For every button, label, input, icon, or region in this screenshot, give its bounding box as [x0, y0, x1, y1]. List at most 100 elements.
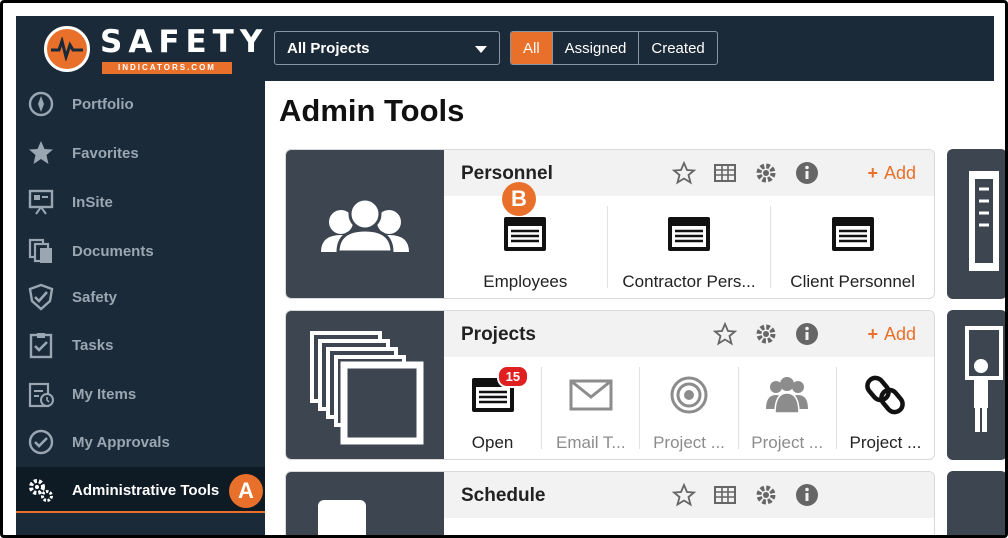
projects-items: 15 Open Email T... Project ... Project .…: [444, 357, 934, 459]
sidebar-item-label: Tasks: [72, 336, 114, 354]
sidebar-item-tasks[interactable]: Tasks: [16, 322, 265, 368]
info-icon[interactable]: [795, 322, 819, 346]
open-count-badge: 15: [496, 365, 530, 388]
sidebar-item-administrative-tools[interactable]: Administrative Tools A: [16, 467, 265, 513]
add-label: Add: [883, 163, 916, 183]
star-outline-icon[interactable]: [672, 161, 696, 185]
sidebar: Portfolio Favorites InSite Documents Saf…: [16, 81, 265, 535]
star-icon: [29, 141, 53, 164]
list-window-icon: [504, 217, 547, 251]
people-group-icon: [321, 197, 409, 254]
person-icon: [965, 326, 1003, 432]
sidebar-item-label: InSite: [72, 193, 113, 211]
target-icon: [670, 376, 708, 414]
table-icon[interactable]: [713, 483, 737, 507]
item-label: Client Personnel: [790, 272, 916, 291]
chain-link-icon: [865, 375, 906, 415]
sidebar-item-safety[interactable]: Safety: [16, 274, 265, 320]
gears-icon: [29, 479, 53, 502]
projects-add-button[interactable]: + Add: [867, 324, 916, 345]
screenshot-frame: SAFETY INDICATORS.COM All Projects All A…: [0, 0, 1008, 538]
personnel-items: Employees B Contractor Pers... Client Pe…: [444, 182, 934, 298]
sidebar-item-label: Administrative Tools: [72, 481, 220, 499]
clipboard-check-icon: [29, 333, 53, 359]
safety-indicators-logo[interactable]: SAFETY INDICATORS.COM: [40, 22, 262, 74]
projects-card-title: Projects: [461, 324, 536, 345]
shield-check-icon: [28, 283, 54, 311]
item-label: Contractor Pers...: [622, 272, 756, 291]
sidebar-item-label: Safety: [72, 288, 118, 306]
add-label: Add: [883, 324, 916, 344]
project-select[interactable]: All Projects: [274, 31, 500, 65]
document-icon: [969, 171, 999, 271]
project-filter-group: All Assigned Created: [510, 31, 718, 65]
sidebar-item-my-approvals[interactable]: My Approvals: [16, 419, 265, 465]
personnel-card-actions: [655, 161, 819, 185]
logo-pulse-icon: [44, 26, 90, 72]
logo-wordmark: SAFETY: [100, 24, 269, 60]
stacked-squares-icon: [310, 331, 424, 445]
personnel-add-button[interactable]: + Add: [867, 163, 916, 184]
sidebar-item-label: Documents: [72, 242, 154, 260]
projects-card-actions: [696, 322, 819, 346]
filter-all-button[interactable]: All: [511, 32, 552, 64]
projects-card-header: Projects + Add: [444, 311, 934, 357]
personnel-card-title: Personnel: [461, 163, 553, 184]
sidebar-item-label: Portfolio: [72, 95, 134, 113]
item-client-personnel[interactable]: Client Personnel: [770, 206, 934, 291]
clipboard-clock-icon: [28, 382, 54, 408]
item-project-team[interactable]: Project ...: [737, 367, 836, 452]
gear-icon[interactable]: [754, 483, 778, 507]
gear-icon[interactable]: [754, 161, 778, 185]
item-open-projects[interactable]: 15 Open: [444, 365, 541, 452]
item-email-templates[interactable]: Email T...: [541, 367, 639, 452]
personnel-card: Personnel + Add Employees B Contractor P…: [285, 149, 935, 299]
item-project-target[interactable]: Project ...: [639, 367, 737, 452]
presentation-icon: [28, 189, 54, 215]
people-group-icon: [766, 377, 809, 414]
star-outline-icon[interactable]: [672, 483, 696, 507]
sidebar-item-label: My Items: [72, 385, 137, 403]
callout-badge-b: B: [502, 182, 536, 216]
sidebar-item-portfolio[interactable]: Portfolio: [16, 81, 265, 127]
table-icon[interactable]: [713, 161, 737, 185]
info-icon[interactable]: [795, 483, 819, 507]
star-outline-icon[interactable]: [713, 322, 737, 346]
filter-created-button[interactable]: Created: [638, 32, 716, 64]
projects-card: Projects + Add 15 Open Email T... Projec…: [285, 310, 935, 460]
compass-icon: [28, 91, 54, 117]
sidebar-item-documents[interactable]: Documents: [16, 228, 265, 274]
envelope-icon: [569, 379, 613, 411]
logo-subtext: INDICATORS.COM: [102, 62, 232, 74]
main-content: Admin Tools Personnel + Add Employees B …: [265, 81, 1005, 535]
sidebar-item-label: My Approvals: [72, 433, 170, 451]
schedule-card-actions: [655, 483, 819, 507]
projects-tile[interactable]: [286, 311, 444, 459]
sidebar-item-my-items[interactable]: My Items: [16, 371, 265, 417]
schedule-card-title: Schedule: [461, 485, 546, 506]
check-circle-icon: [28, 429, 54, 455]
next-card-partial[interactable]: [947, 149, 1005, 299]
item-project-links[interactable]: Project ...: [835, 367, 934, 452]
gear-icon[interactable]: [754, 322, 778, 346]
page-title: Admin Tools: [279, 93, 465, 128]
chevron-down-icon: [475, 46, 487, 53]
project-select-value: All Projects: [287, 40, 370, 57]
filter-assigned-button[interactable]: Assigned: [551, 32, 639, 64]
next-card-partial[interactable]: [947, 310, 1005, 460]
next-card-partial[interactable]: [947, 471, 1005, 535]
item-label: Email T...: [556, 433, 626, 452]
item-label: Open: [471, 433, 514, 452]
info-icon[interactable]: [795, 161, 819, 185]
item-label: Project ...: [849, 433, 922, 452]
documents-icon: [28, 238, 52, 263]
schedule-tile[interactable]: [286, 472, 444, 535]
item-contractor-personnel[interactable]: Contractor Pers...: [606, 206, 771, 291]
item-employees[interactable]: Employees B: [444, 182, 607, 291]
sidebar-item-favorites[interactable]: Favorites: [16, 130, 265, 176]
calendar-icon: [318, 500, 366, 535]
schedule-card: Schedule: [285, 471, 935, 535]
personnel-tile[interactable]: [286, 150, 444, 298]
item-label: Project ...: [751, 433, 824, 452]
sidebar-item-insite[interactable]: InSite: [16, 179, 265, 225]
